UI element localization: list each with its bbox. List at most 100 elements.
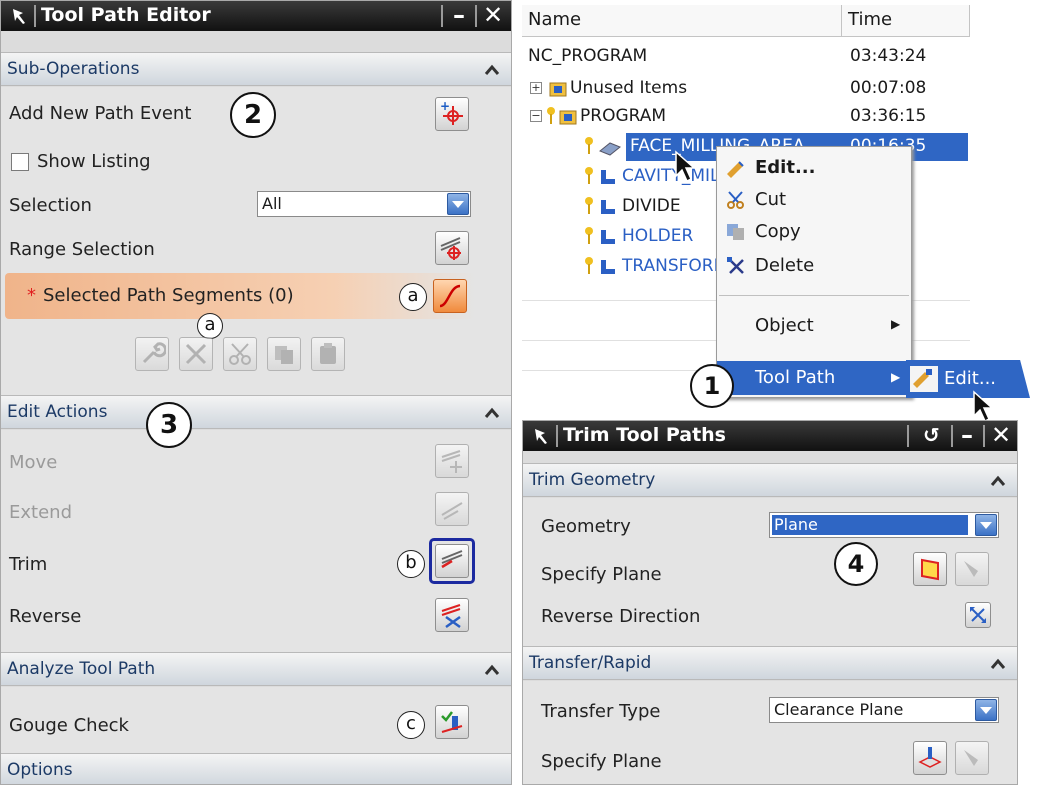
delete-segment-button[interactable] [179, 337, 213, 371]
reverse-button[interactable] [435, 598, 469, 632]
plane-options-button[interactable] [955, 552, 989, 586]
title-separator [556, 425, 558, 447]
status-key-icon [585, 257, 593, 274]
menu-item-copy[interactable]: Copy [717, 217, 911, 247]
callout-b: b [397, 550, 425, 578]
paste-segment-button[interactable] [311, 337, 345, 371]
move-button[interactable] [435, 444, 469, 478]
trim-icon [441, 550, 463, 569]
transfer-rapid-header[interactable]: Transfer/Rapid [523, 646, 1017, 680]
menu-item-label: Object [755, 315, 814, 336]
range-selection-button[interactable] [435, 231, 469, 265]
dropdown-arrow-icon[interactable] [447, 193, 469, 215]
tool-path-editor-titlebar[interactable]: Tool Path Editor – ✕ [1, 1, 511, 31]
collapse-icon[interactable]: − [530, 110, 542, 122]
title-separator [475, 5, 477, 27]
geometry-dropdown[interactable]: Plane [769, 512, 999, 538]
segment-properties-button[interactable] [135, 337, 169, 371]
submenu-item-edit[interactable]: Edit... [944, 368, 996, 389]
close-button[interactable]: ✕ [991, 422, 1011, 448]
status-key-icon [585, 167, 593, 184]
callout-a: a [399, 283, 427, 311]
group-label: Analyze Tool Path [7, 659, 156, 679]
menu-item-label: Edit... [755, 157, 816, 178]
callout-3: 3 [146, 402, 192, 448]
chevron-up-icon[interactable] [481, 61, 503, 79]
gouge-check-icon [441, 711, 463, 733]
group-folder-icon [549, 82, 567, 97]
tree-row-name: HOLDER [622, 226, 694, 246]
tree-row[interactable]: − PROGRAM 03:36:15 [522, 104, 970, 131]
transfer-type-dropdown[interactable]: Clearance Plane [769, 697, 999, 723]
name-column-header[interactable]: Name [522, 5, 842, 37]
tree-row-time: 03:43:24 [850, 46, 927, 66]
plane-dialog-button[interactable] [913, 552, 947, 586]
select-path-segments-button[interactable] [433, 279, 467, 313]
context-menu: Edit... Cut Copy Delete Object ▶ Tool Pa… [716, 146, 912, 398]
callout-4: 4 [834, 542, 878, 586]
required-marker: * [27, 285, 36, 306]
tree-row-name: PROGRAM [580, 106, 667, 126]
tree-row[interactable]: NC_PROGRAM 03:43:24 [522, 44, 970, 71]
clearance-options-button[interactable] [955, 741, 989, 775]
cut-icon [727, 191, 744, 209]
chevron-up-icon[interactable] [481, 661, 503, 679]
menu-item-object[interactable]: Object ▶ [717, 311, 911, 341]
minimize-button[interactable]: – [961, 422, 973, 448]
pin-icon[interactable] [9, 5, 31, 27]
group-label: Edit Actions [7, 402, 108, 422]
time-column-header[interactable]: Time [842, 5, 970, 37]
wrench-icon [142, 342, 166, 364]
specify-plane-label: Specify Plane [541, 751, 662, 772]
move-icon [441, 450, 462, 473]
close-button[interactable]: ✕ [483, 2, 503, 28]
specify-plane-label: Specify Plane [541, 564, 662, 585]
callout-1: 1 [690, 364, 734, 408]
submenu-arrow-icon: ▶ [891, 370, 901, 384]
name-column-label: Name [528, 9, 582, 30]
reverse-direction-button[interactable] [965, 602, 991, 628]
extend-button[interactable] [435, 492, 469, 526]
sub-operations-header[interactable]: Sub-Operations [1, 52, 511, 86]
dialog-title: Trim Tool Paths [563, 424, 726, 446]
edit-actions-body: Move Extend Trim b Reverse [1, 430, 511, 652]
trim-geometry-header[interactable]: Trim Geometry [523, 463, 1017, 497]
copy-segment-button[interactable] [267, 337, 301, 371]
selection-dropdown[interactable]: All [257, 191, 471, 217]
reset-button[interactable]: ↺ [923, 422, 940, 448]
chevron-up-icon[interactable] [987, 655, 1009, 673]
options-header[interactable]: Options [1, 753, 511, 784]
menu-item-delete[interactable]: Delete [717, 251, 911, 281]
dropdown-arrow-icon[interactable] [975, 699, 997, 721]
operation-icon [601, 260, 615, 274]
menu-item-cut[interactable]: Cut [717, 185, 911, 215]
dropdown-arrow-icon[interactable] [975, 514, 997, 536]
selection-value: All [262, 194, 282, 213]
operation-icon [601, 200, 615, 214]
trim-tool-paths-titlebar[interactable]: Trim Tool Paths ↺ – ✕ [523, 421, 1017, 451]
analyze-tool-path-header[interactable]: Analyze Tool Path [1, 652, 511, 686]
minimize-button[interactable]: – [453, 2, 465, 28]
status-key-icon [585, 227, 593, 244]
group-folder-icon [559, 110, 577, 125]
pin-icon[interactable] [531, 425, 553, 447]
edit-actions-header[interactable]: Edit Actions [1, 395, 511, 429]
gouge-check-button[interactable] [435, 705, 469, 739]
menu-item-tool-path[interactable]: Tool Path ▶ [717, 361, 911, 395]
delete-icon [727, 257, 744, 274]
chevron-up-icon[interactable] [987, 472, 1009, 490]
trim-label: Trim [9, 554, 48, 575]
add-path-event-button[interactable]: + [435, 97, 469, 131]
range-selection-label: Range Selection [9, 239, 155, 260]
tree-row[interactable]: + Unused Items 00:07:08 [522, 76, 970, 103]
expand-icon[interactable]: + [530, 82, 542, 94]
menu-item-edit[interactable]: Edit... [717, 153, 911, 183]
cut-segment-button[interactable] [223, 337, 257, 371]
clearance-plane-button[interactable] [913, 741, 947, 775]
trim-button[interactable] [435, 544, 469, 578]
show-listing-checkbox[interactable] [11, 153, 29, 171]
path-curve-icon [439, 284, 461, 308]
face-milling-icon [599, 142, 621, 156]
clearance-plane-icon [918, 747, 942, 768]
chevron-up-icon[interactable] [481, 404, 503, 422]
